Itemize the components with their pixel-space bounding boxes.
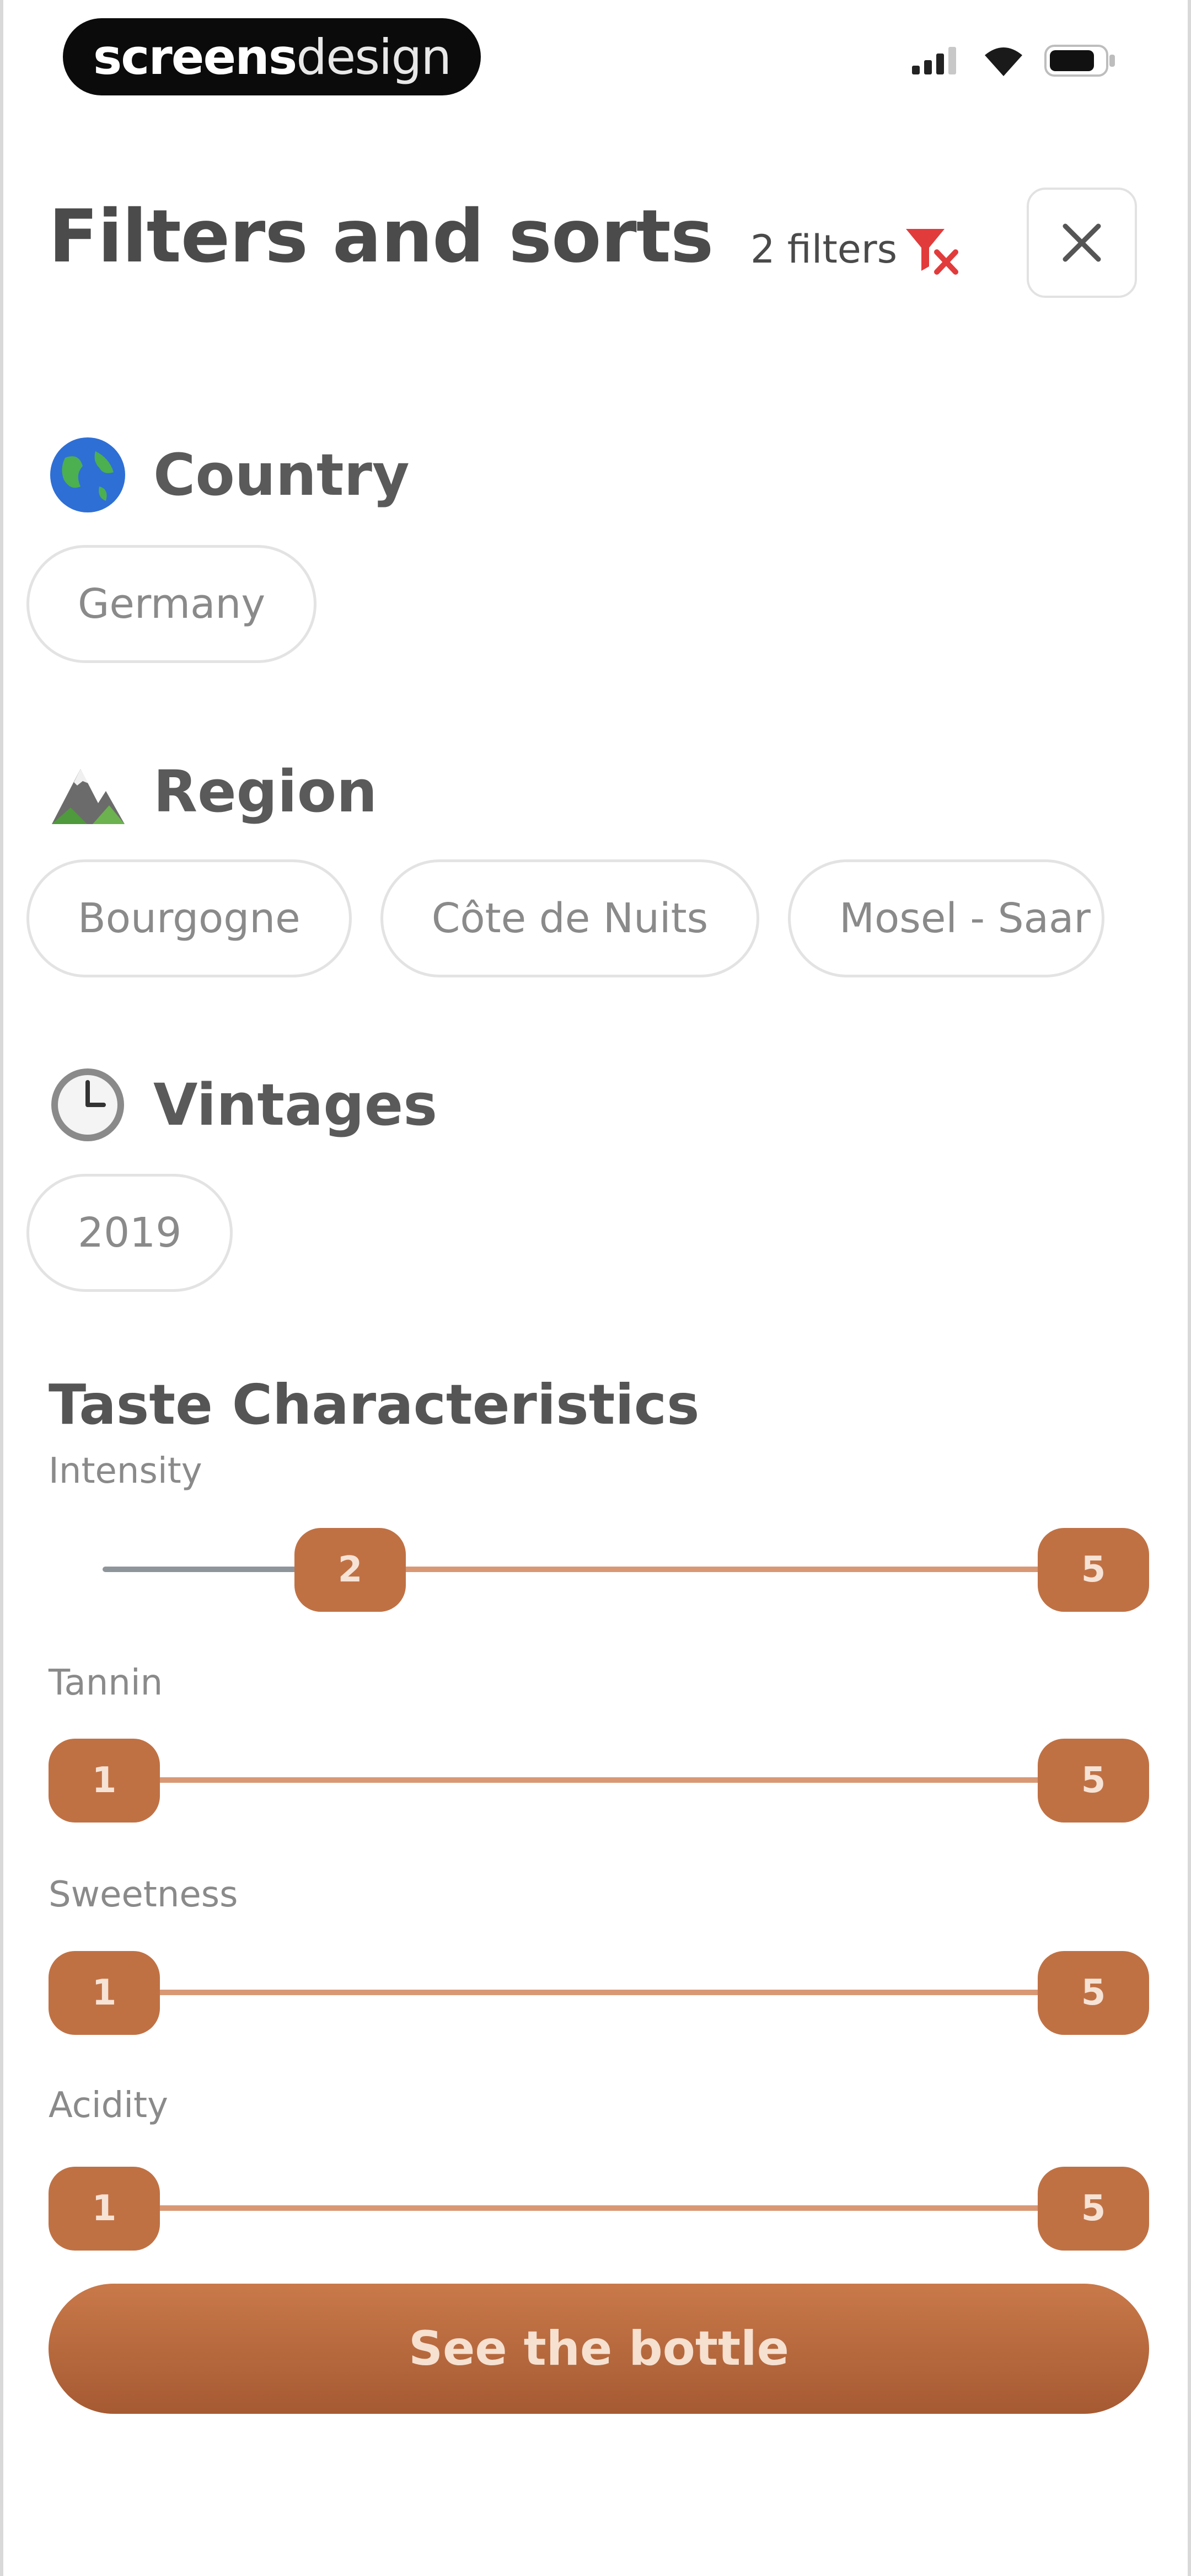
battery-icon xyxy=(1044,45,1115,77)
clear-filter-icon xyxy=(906,229,959,275)
globe-icon xyxy=(50,437,125,512)
intensity-label: Intensity xyxy=(49,1451,202,1492)
sweetness-max-handle[interactable]: 5 xyxy=(1038,1951,1149,2035)
country-chip-row: Germany xyxy=(26,545,317,663)
tannin-min-handle[interactable]: 1 xyxy=(49,1739,160,1823)
brand-text-bold: screens xyxy=(93,28,297,85)
intensity-range-fill xyxy=(351,1567,1067,1572)
tannin-label: Tannin xyxy=(49,1663,163,1703)
sweetness-range-fill xyxy=(103,1990,1095,1995)
clock-icon xyxy=(51,1068,124,1141)
chip-vintage-2019[interactable]: 2019 xyxy=(26,1174,233,1292)
intensity-max-handle[interactable]: 5 xyxy=(1038,1528,1149,1612)
close-icon xyxy=(1063,223,1101,262)
intensity-min-handle[interactable]: 2 xyxy=(294,1528,406,1612)
vintages-chip-row: 2019 xyxy=(26,1174,233,1292)
tannin-max-handle[interactable]: 5 xyxy=(1038,1739,1149,1823)
taste-characteristics-title: Taste Characteristics xyxy=(49,1372,700,1437)
chip-region-cote-de-nuits[interactable]: Côte de Nuits xyxy=(380,859,760,977)
acidity-min-handle[interactable]: 1 xyxy=(49,2167,160,2251)
phone-frame: screens design Filters and sorts 2 filter… xyxy=(0,0,1191,2576)
signal-icon xyxy=(912,47,956,74)
vintages-section-header: Vintages xyxy=(49,1066,437,1144)
chip-country-germany[interactable]: Germany xyxy=(26,545,317,663)
close-button[interactable] xyxy=(1027,188,1137,298)
status-icons xyxy=(912,44,1116,77)
acidity-label: Acidity xyxy=(49,2085,168,2126)
filter-count-text: 2 filters xyxy=(750,227,898,272)
acidity-range-fill xyxy=(103,2205,1095,2211)
region-section-header: Region xyxy=(49,752,377,831)
chip-region-bourgogne[interactable]: Bourgogne xyxy=(26,859,352,977)
vintages-label: Vintages xyxy=(153,1071,438,1139)
sweetness-label: Sweetness xyxy=(49,1874,238,1915)
country-label: Country xyxy=(153,441,410,509)
region-label: Region xyxy=(153,758,378,825)
country-section-header: Country xyxy=(49,436,410,514)
tannin-range-fill xyxy=(103,1777,1095,1783)
region-chip-row: Bourgogne Côte de Nuits Mosel - Saar xyxy=(26,859,1104,977)
wifi-icon xyxy=(985,47,1022,76)
see-the-bottle-button[interactable]: See the bottle xyxy=(49,2284,1149,2414)
chip-region-mosel-saar[interactable]: Mosel - Saar xyxy=(788,859,1104,977)
page-title: Filters and sorts xyxy=(49,194,713,279)
mountain-icon xyxy=(52,769,125,824)
brand-text-light: design xyxy=(296,28,452,85)
sweetness-min-handle[interactable]: 1 xyxy=(49,1951,160,2035)
acidity-max-handle[interactable]: 5 xyxy=(1038,2167,1149,2251)
brand-pill: screens design xyxy=(63,18,481,95)
filter-count-badge[interactable]: 2 filters xyxy=(750,219,961,280)
